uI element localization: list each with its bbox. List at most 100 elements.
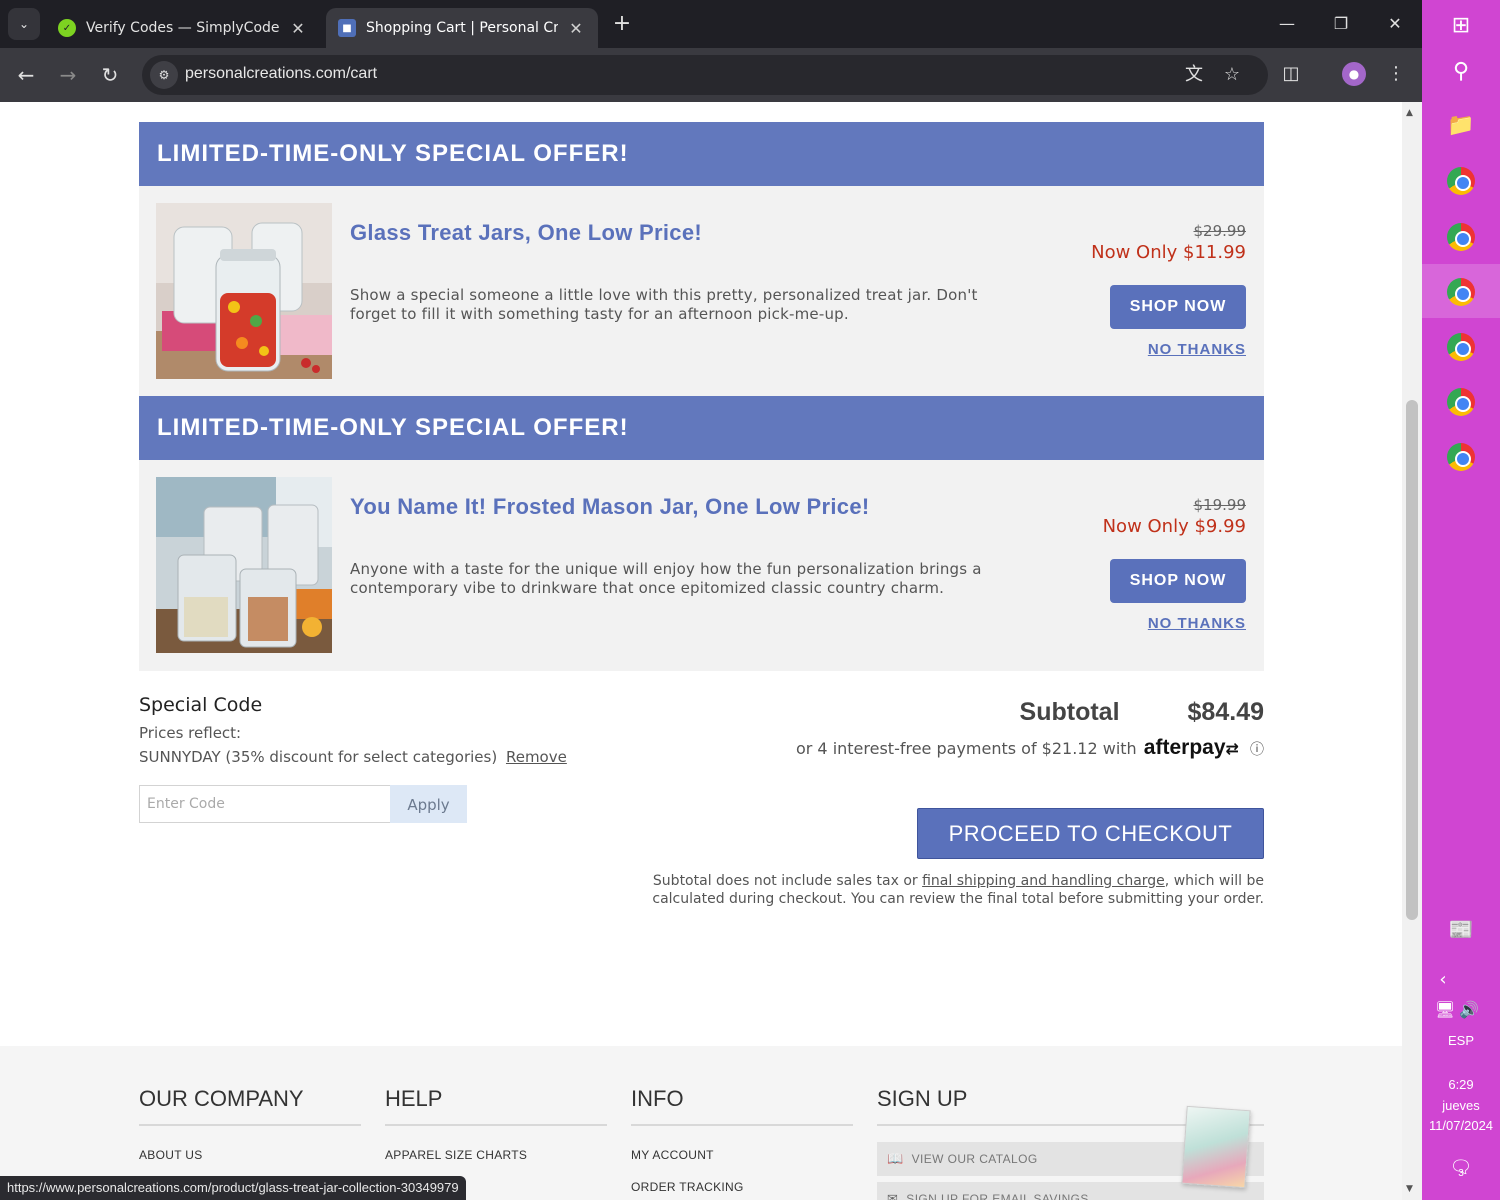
clock-time[interactable]: 6:29 bbox=[1422, 1077, 1500, 1092]
footer-heading: INFO bbox=[631, 1086, 853, 1126]
footer-link-about-us[interactable]: ABOUT US bbox=[139, 1148, 361, 1162]
back-arrow-icon[interactable]: ← bbox=[10, 60, 42, 90]
file-explorer-icon[interactable]: 📁 bbox=[1446, 110, 1476, 140]
shop-now-button[interactable]: SHOP NOW bbox=[1110, 559, 1246, 603]
page-scrollbar[interactable]: ▲ ▼ bbox=[1402, 102, 1422, 1200]
close-tab-icon[interactable]: ✕ bbox=[288, 19, 308, 38]
scroll-down-arrow-icon[interactable]: ▼ bbox=[1406, 1184, 1413, 1194]
chrome-profile-icon[interactable] bbox=[1446, 442, 1476, 472]
email-signup-label: SIGN UP FOR EMAIL SAVINGS bbox=[906, 1192, 1089, 1200]
address-bar[interactable]: ⚙ personalcreations.com/cart 文 ☆ bbox=[142, 55, 1268, 95]
footer-column-help: HELP APPAREL SIZE CHARTS bbox=[385, 1086, 607, 1162]
footer-link-my-account[interactable]: MY ACCOUNT bbox=[631, 1148, 853, 1162]
browser-tab-bar: ⌄ ✓ Verify Codes — SimplyCodes ✕ ■ Shopp… bbox=[0, 0, 1422, 48]
tab-verify-codes[interactable]: ✓ Verify Codes — SimplyCodes ✕ bbox=[46, 8, 320, 48]
footer-link-size-charts[interactable]: APPAREL SIZE CHARTS bbox=[385, 1148, 607, 1162]
scroll-up-arrow-icon[interactable]: ▲ bbox=[1406, 108, 1413, 118]
close-tab-icon[interactable]: ✕ bbox=[566, 19, 586, 38]
chrome-profile-icon[interactable] bbox=[1446, 222, 1476, 252]
no-thanks-link[interactable]: NO THANKS bbox=[1148, 341, 1246, 358]
cart-page: LIMITED-TIME-ONLY SPECIAL OFFER! Glass T… bbox=[0, 102, 1402, 1200]
minimize-icon[interactable]: — bbox=[1267, 8, 1307, 40]
offer-description: Anyone with a taste for the unique will … bbox=[350, 560, 982, 597]
original-price: $29.99 bbox=[1193, 222, 1247, 240]
chrome-icon[interactable] bbox=[1446, 166, 1476, 196]
subtotal-row: Subtotal $84.49 bbox=[1020, 698, 1264, 727]
catalog-cover-image[interactable] bbox=[1181, 1105, 1251, 1189]
sale-price: Now Only $11.99 bbox=[1091, 242, 1246, 263]
bookmark-star-icon[interactable]: ☆ bbox=[1220, 63, 1244, 87]
offer-description: Show a special someone a little love wit… bbox=[350, 286, 978, 323]
footer-link-order-tracking[interactable]: ORDER TRACKING bbox=[631, 1180, 853, 1194]
subtotal-value: $84.49 bbox=[1187, 698, 1264, 726]
forward-arrow-icon[interactable]: → bbox=[52, 60, 84, 90]
url-text[interactable]: personalcreations.com/cart bbox=[185, 65, 377, 83]
special-code-title: Special Code bbox=[139, 694, 263, 716]
show-hidden-icons-chevron-icon[interactable]: ‹ bbox=[1428, 964, 1458, 994]
promo-code-input[interactable] bbox=[139, 785, 391, 823]
envelope-icon: ✉ bbox=[887, 1191, 899, 1200]
site-settings-icon[interactable]: ⚙ bbox=[150, 61, 178, 89]
restore-window-icon[interactable]: ❐ bbox=[1321, 8, 1361, 40]
afterpay-logo: afterpay bbox=[1143, 736, 1226, 759]
menu-kebab-icon[interactable]: ⋮ bbox=[1384, 62, 1408, 86]
translate-icon[interactable]: 文 bbox=[1182, 63, 1206, 87]
profile-avatar-icon[interactable]: ● bbox=[1342, 62, 1366, 86]
footer-column-signup: SIGN UP 📖 VIEW OUR CATALOG ✉ SIGN UP FOR E… bbox=[877, 1086, 1264, 1200]
treat-jar-product-image[interactable] bbox=[156, 203, 332, 379]
footer-heading: OUR COMPANY bbox=[139, 1086, 361, 1126]
clock-date[interactable]: 11/07/2024 bbox=[1422, 1118, 1500, 1133]
input-language[interactable]: ESP bbox=[1422, 1033, 1500, 1048]
personal-creations-favicon-icon: ■ bbox=[338, 19, 356, 37]
afterpay-message: or 4 interest-free payments of $21.12 wi… bbox=[796, 736, 1264, 760]
applied-code: SUNNYDAY (35% discount for select catego… bbox=[139, 748, 567, 766]
simplycodes-favicon-icon: ✓ bbox=[58, 19, 76, 37]
special-offer-card: LIMITED-TIME-ONLY SPECIAL OFFER! Glass T… bbox=[139, 122, 1264, 397]
volume-icon[interactable]: 🔊 bbox=[1454, 994, 1484, 1024]
clock-day[interactable]: jueves bbox=[1422, 1098, 1500, 1113]
apply-code-button[interactable]: Apply bbox=[390, 785, 467, 823]
tab-title: Verify Codes — SimplyCodes bbox=[86, 20, 280, 36]
close-window-icon[interactable]: ✕ bbox=[1375, 8, 1415, 40]
subtotal-disclaimer: Subtotal does not include sales tax or f… bbox=[624, 872, 1264, 908]
special-offer-card: LIMITED-TIME-ONLY SPECIAL OFFER! You Nam… bbox=[139, 396, 1264, 671]
prices-reflect-label: Prices reflect: bbox=[139, 724, 242, 742]
offer-title[interactable]: You Name It! Frosted Mason Jar, One Low … bbox=[350, 494, 870, 520]
disclaimer-text: Subtotal does not include sales tax or bbox=[652, 873, 918, 889]
extensions-puzzle-icon[interactable]: ◫ bbox=[1279, 62, 1303, 86]
afterpay-text: or 4 interest-free payments of $21.12 wi… bbox=[795, 739, 1137, 758]
notification-badge: 3 bbox=[1458, 1168, 1464, 1179]
special-code-section: Special Code Prices reflect: SUNNYDAY (3… bbox=[139, 694, 567, 766]
chrome-profile-icon[interactable] bbox=[1446, 277, 1476, 307]
tab-title: Shopping Cart | Personal Creati bbox=[366, 20, 558, 36]
applied-code-text: SUNNYDAY (35% discount for select catego… bbox=[139, 748, 498, 766]
reload-icon[interactable]: ↻ bbox=[94, 60, 126, 90]
news-widget-icon[interactable]: 📰 bbox=[1446, 914, 1476, 944]
offer-title[interactable]: Glass Treat Jars, One Low Price! bbox=[350, 220, 702, 246]
view-catalog-label: VIEW OUR CATALOG bbox=[911, 1152, 1038, 1166]
afterpay-arrows-icon: ⇄ bbox=[1225, 739, 1239, 758]
windows-start-icon[interactable]: ⊞ bbox=[1446, 10, 1476, 40]
browser-toolbar: ← → ↻ ⚙ personalcreations.com/cart 文 ☆ ◫… bbox=[0, 48, 1422, 102]
subtotal-label: Subtotal bbox=[1019, 698, 1120, 726]
footer-column-info: INFO MY ACCOUNT ORDER TRACKING bbox=[631, 1086, 853, 1194]
mason-jar-product-image[interactable] bbox=[156, 477, 332, 653]
search-icon[interactable]: ⚲ bbox=[1446, 56, 1476, 86]
chrome-profile-icon[interactable] bbox=[1446, 332, 1476, 362]
shipping-charge-link[interactable]: final shipping and handling charge bbox=[922, 873, 1165, 889]
info-icon[interactable]: ⓘ bbox=[1250, 742, 1264, 758]
tab-search-chevron-icon[interactable]: ⌄ bbox=[8, 8, 40, 40]
footer-heading: HELP bbox=[385, 1086, 607, 1126]
scrollbar-thumb[interactable] bbox=[1406, 400, 1418, 920]
sale-price: Now Only $9.99 bbox=[1102, 516, 1246, 537]
footer-column-company: OUR COMPANY ABOUT US bbox=[139, 1086, 361, 1162]
shop-now-button[interactable]: SHOP NOW bbox=[1110, 285, 1246, 329]
new-tab-plus-icon[interactable]: + bbox=[610, 10, 634, 38]
tab-shopping-cart[interactable]: ■ Shopping Cart | Personal Creati ✕ bbox=[326, 8, 598, 48]
link-hover-status: https://www.personalcreations.com/produc… bbox=[0, 1176, 466, 1200]
chrome-profile-icon[interactable] bbox=[1446, 387, 1476, 417]
offer-banner: LIMITED-TIME-ONLY SPECIAL OFFER! bbox=[139, 122, 1264, 186]
proceed-to-checkout-button[interactable]: PROCEED TO CHECKOUT bbox=[917, 808, 1264, 859]
remove-code-link[interactable]: Remove bbox=[506, 748, 567, 766]
no-thanks-link[interactable]: NO THANKS bbox=[1148, 615, 1246, 632]
